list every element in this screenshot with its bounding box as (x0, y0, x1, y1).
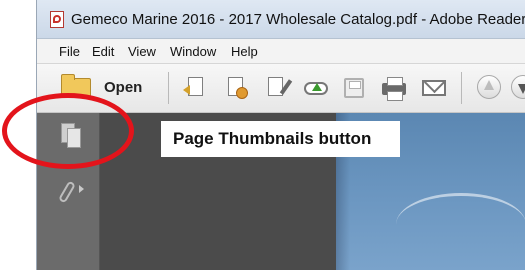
toolbar-separator (168, 72, 169, 104)
next-page-button[interactable] (511, 75, 525, 99)
previous-page-icon (484, 80, 494, 90)
menu-bar: File Edit View Window Help (37, 39, 525, 64)
print-button[interactable] (381, 76, 407, 101)
email-icon (422, 80, 446, 96)
save-button[interactable] (341, 76, 367, 100)
menu-view[interactable]: View (128, 44, 156, 59)
print-icon (382, 77, 406, 101)
attachments-button[interactable] (57, 177, 89, 207)
gear-badge-icon (236, 87, 248, 99)
expand-arrow-icon (79, 185, 84, 193)
page-image-highlight (396, 193, 525, 256)
export-pdf-button[interactable] (223, 76, 249, 100)
save-icon (344, 78, 364, 98)
previous-page-button[interactable] (477, 75, 501, 99)
pdf-icon (50, 11, 64, 28)
menu-window[interactable]: Window (170, 44, 216, 59)
window-title: Gemeco Marine 2016 - 2017 Wholesale Cata… (71, 11, 525, 28)
open-button-label: Open (104, 79, 143, 96)
menu-file[interactable]: File (59, 44, 80, 59)
callout-box: Page Thumbnails button (161, 121, 400, 157)
highlight-circle (2, 93, 134, 169)
menu-help[interactable]: Help (231, 44, 258, 59)
create-pdf-icon (188, 77, 203, 96)
menu-edit[interactable]: Edit (92, 44, 114, 59)
upload-arrow-icon (312, 83, 322, 91)
next-page-icon (518, 84, 525, 94)
title-bar: Gemeco Marine 2016 - 2017 Wholesale Cata… (37, 0, 525, 39)
toolbar-separator (461, 72, 462, 104)
callout-text: Page Thumbnails button (173, 129, 372, 148)
cloud-upload-button[interactable] (303, 76, 329, 100)
arrow-icon (183, 85, 190, 95)
create-pdf-button[interactable] (183, 76, 209, 100)
edit-button[interactable] (263, 76, 293, 100)
attachments-icon (58, 180, 76, 204)
email-button[interactable] (421, 76, 447, 100)
